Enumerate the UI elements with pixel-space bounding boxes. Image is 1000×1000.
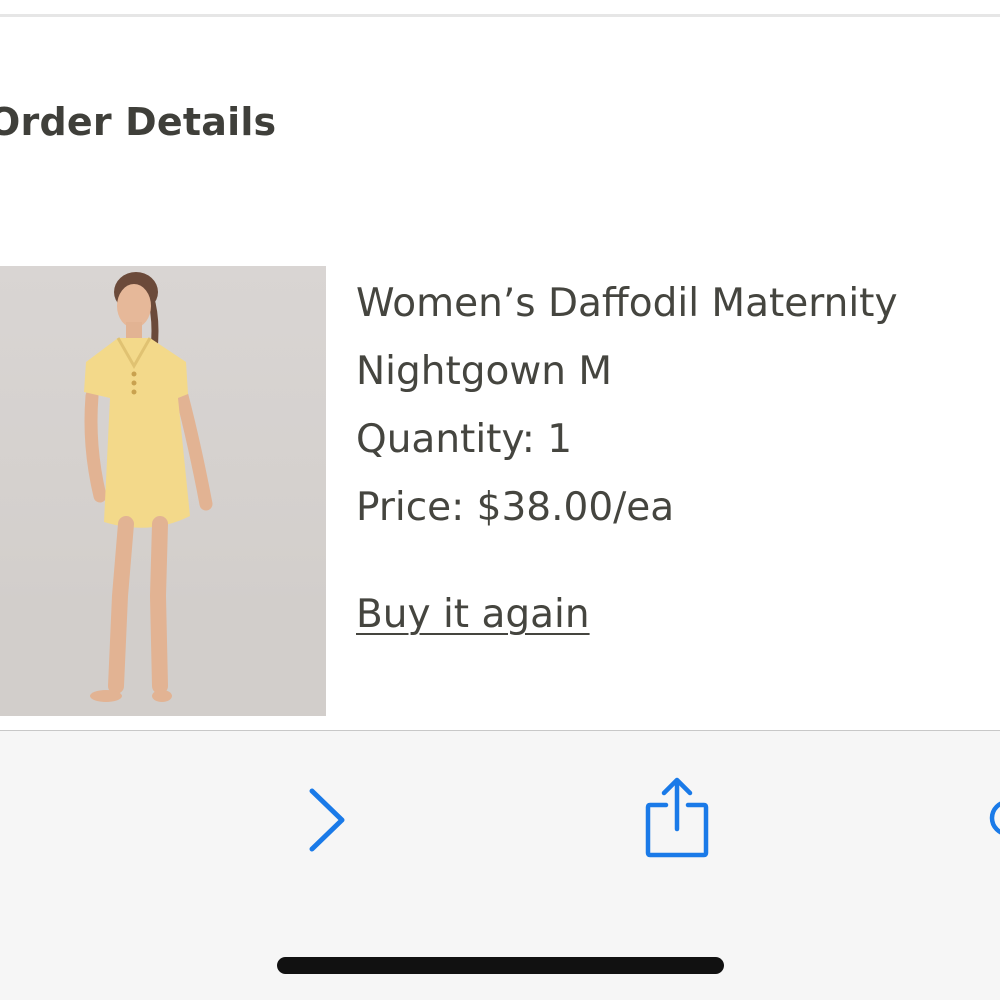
home-indicator[interactable] xyxy=(277,957,724,974)
product-info: Women’s Daffodil Maternity Nightgown M Q… xyxy=(356,270,976,542)
chevron-right-icon xyxy=(309,788,345,852)
forward-button[interactable] xyxy=(300,785,356,855)
product-price: Price: $38.00/ea xyxy=(356,485,675,530)
product-name-line2: Nightgown M xyxy=(356,349,613,394)
page-title: Order Details xyxy=(0,100,277,144)
share-button[interactable] xyxy=(640,775,714,859)
product-photo-illustration xyxy=(0,272,326,716)
share-icon xyxy=(645,777,709,858)
product-quantity: Quantity: 1 xyxy=(356,417,573,462)
tabs-button[interactable] xyxy=(986,793,1000,843)
buy-it-again-link[interactable]: Buy it again xyxy=(356,592,590,637)
browser-toolbar xyxy=(0,730,1000,1000)
product-image[interactable] xyxy=(0,266,326,716)
order-details-page: Order Details Women’s Daffodil Maternity… xyxy=(0,0,1000,1000)
product-name-line1: Women’s Daffodil Maternity xyxy=(356,281,898,326)
top-divider xyxy=(0,14,1000,17)
tabs-icon xyxy=(989,801,1000,835)
